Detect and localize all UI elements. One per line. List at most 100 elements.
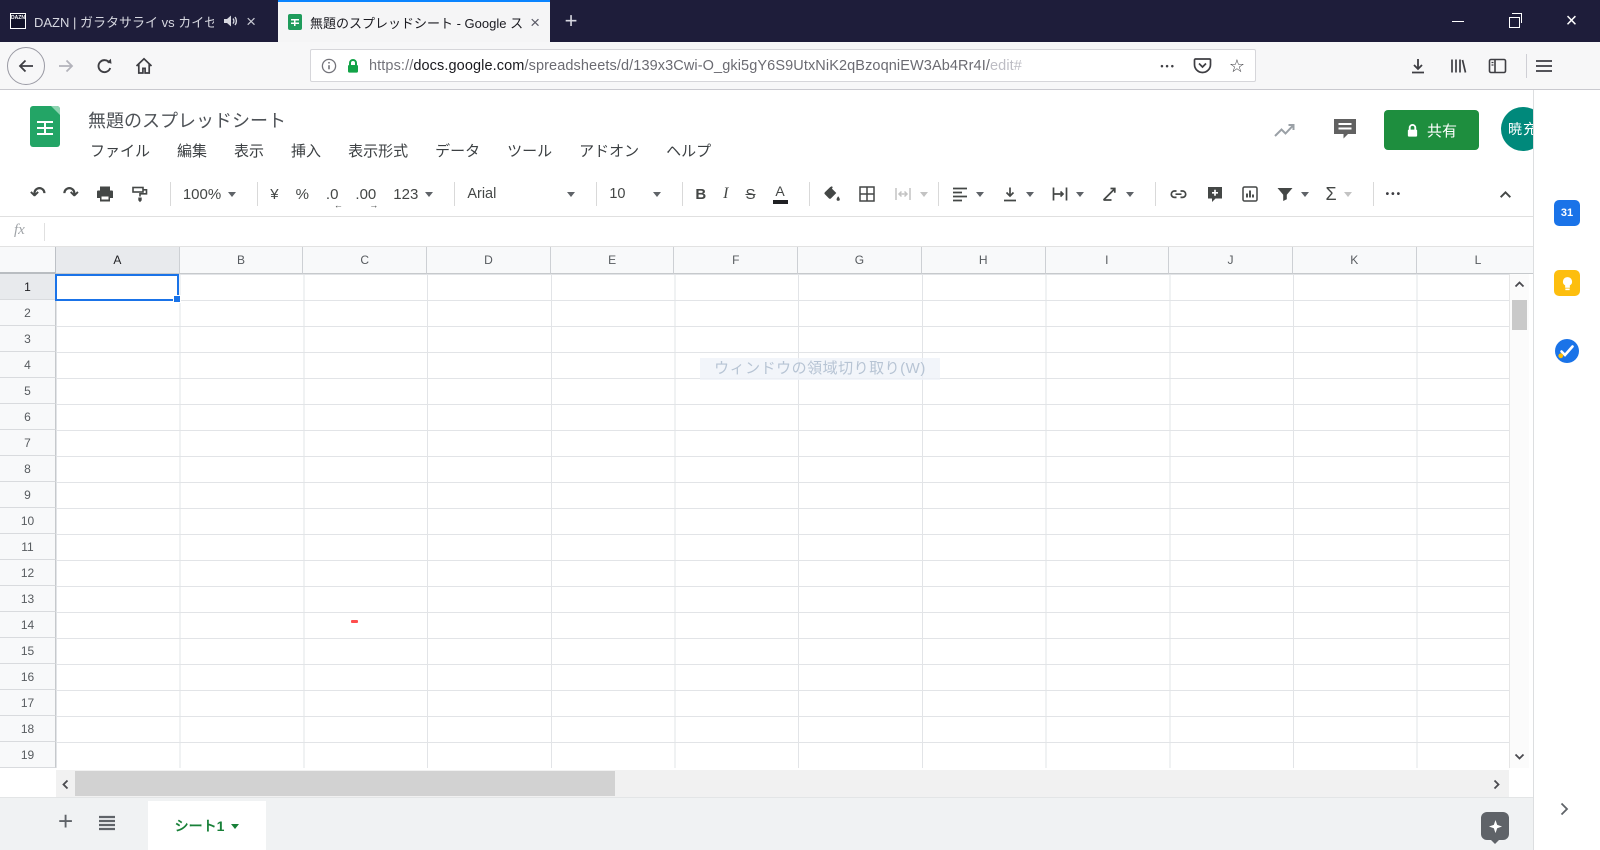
menu-hamburger-icon[interactable] — [1535, 59, 1553, 73]
menu-表示形式[interactable]: 表示形式 — [348, 140, 408, 161]
menu-ファイル[interactable]: ファイル — [90, 140, 150, 161]
increase-decimal-button[interactable]: .00 → — [355, 186, 378, 210]
format-currency-button[interactable]: ¥ — [270, 186, 278, 203]
column-header-L[interactable]: L — [1416, 247, 1533, 274]
row-header-11[interactable]: 11 — [0, 534, 56, 560]
column-header-H[interactable]: H — [921, 247, 1046, 274]
row-header-9[interactable]: 9 — [0, 482, 56, 508]
text-color-button[interactable]: A — [772, 184, 788, 204]
spreadsheet-grid[interactable]: 1 2 3 4 5 6 7 8 9 10 11 12 13 14 15 16 17 18 19 ウィンドウの領域切り… — [0, 274, 1509, 768]
bookmark-star-icon[interactable]: ☆ — [1229, 57, 1245, 75]
functions-button[interactable]: Σ — [1326, 184, 1352, 205]
text-rotation-button[interactable] — [1101, 186, 1134, 202]
row-header-16[interactable]: 16 — [0, 664, 56, 690]
sheets-logo-icon[interactable] — [30, 106, 60, 147]
vertical-scroll-thumb[interactable] — [1512, 300, 1527, 330]
filter-button[interactable] — [1276, 186, 1309, 203]
row-header-8[interactable]: 8 — [0, 456, 56, 482]
text-wrap-button[interactable] — [1051, 186, 1084, 202]
menu-挿入[interactable]: 挿入 — [291, 140, 321, 161]
row-header-18[interactable]: 18 — [0, 716, 56, 742]
browser-tab-dazn[interactable]: DAZN DAZN | ガラタサライ vs カイセリ × — [0, 0, 266, 42]
window-restore-button[interactable] — [1486, 0, 1543, 42]
insert-link-button[interactable] — [1168, 185, 1189, 203]
row-header-10[interactable]: 10 — [0, 508, 56, 534]
more-toolbar-button[interactable]: ••• — [1386, 189, 1403, 200]
close-tab-icon[interactable]: × — [530, 14, 540, 31]
bold-button[interactable]: B — [695, 186, 706, 203]
insert-chart-button[interactable] — [1241, 185, 1259, 203]
window-close-button[interactable]: × — [1543, 0, 1600, 42]
row-header-13[interactable]: 13 — [0, 586, 56, 612]
row-header-15[interactable]: 15 — [0, 638, 56, 664]
strikethrough-button[interactable]: S — [745, 186, 755, 203]
menu-表示[interactable]: 表示 — [234, 140, 264, 161]
vertical-align-button[interactable] — [1001, 186, 1034, 203]
reload-button[interactable] — [95, 57, 114, 76]
format-percent-button[interactable]: % — [296, 186, 309, 203]
row-header-7[interactable]: 7 — [0, 430, 56, 456]
scroll-up-icon[interactable] — [1514, 280, 1525, 289]
insights-trend-icon[interactable] — [1272, 118, 1298, 144]
cells-area[interactable] — [56, 274, 1509, 768]
row-header-5[interactable]: 5 — [0, 378, 56, 404]
row-header-3[interactable]: 3 — [0, 326, 56, 352]
window-minimize-button[interactable] — [1429, 0, 1486, 42]
font-size-select[interactable]: 10 — [609, 186, 662, 202]
sheet-tab-active[interactable]: シート1 — [148, 801, 266, 850]
new-tab-button[interactable]: + — [550, 0, 592, 42]
redo-button[interactable]: ↷ — [63, 185, 79, 204]
row-header-2[interactable]: 2 — [0, 300, 56, 326]
calendar-icon[interactable]: 31 — [1554, 200, 1580, 226]
font-family-select[interactable]: Arial — [467, 186, 576, 202]
menu-ヘルプ[interactable]: ヘルプ — [666, 140, 711, 161]
home-button[interactable] — [134, 56, 154, 76]
horizontal-scrollbar[interactable] — [56, 770, 1509, 797]
scroll-left-icon[interactable] — [61, 779, 70, 790]
column-header-F[interactable]: F — [674, 247, 799, 274]
column-header-D[interactable]: D — [427, 247, 551, 274]
column-header-B[interactable]: B — [179, 247, 304, 274]
share-button[interactable]: 共有 — [1384, 110, 1479, 150]
library-icon[interactable] — [1449, 57, 1467, 75]
print-button[interactable] — [96, 185, 114, 203]
column-header-J[interactable]: J — [1169, 247, 1293, 274]
tab-audio-icon[interactable] — [222, 14, 238, 28]
add-sheet-button[interactable]: + — [58, 806, 73, 837]
document-title[interactable]: 無題のスプレッドシート — [88, 107, 286, 133]
collapse-panel-icon[interactable] — [1559, 802, 1569, 816]
vertical-scrollbar[interactable] — [1509, 274, 1529, 768]
scroll-right-icon[interactable] — [1492, 779, 1501, 790]
downloads-icon[interactable] — [1409, 57, 1427, 75]
comment-history-icon[interactable] — [1332, 117, 1358, 141]
borders-button[interactable] — [858, 185, 876, 203]
row-header-1[interactable]: 1 — [0, 274, 56, 300]
horizontal-align-button[interactable] — [951, 186, 984, 202]
fill-handle[interactable] — [173, 295, 181, 303]
horizontal-scroll-thumb[interactable] — [75, 771, 615, 796]
page-actions-icon[interactable]: ••• — [1160, 61, 1175, 71]
menu-ツール[interactable]: ツール — [507, 140, 552, 161]
zoom-select[interactable]: 100% — [183, 186, 237, 203]
collapse-toolbar-icon[interactable] — [1498, 187, 1513, 202]
column-header-I[interactable]: I — [1045, 247, 1170, 274]
column-header-C[interactable]: C — [303, 247, 428, 274]
pocket-icon[interactable] — [1193, 57, 1212, 74]
all-sheets-button[interactable] — [98, 815, 116, 831]
url-text[interactable]: https://docs.google.com/spreadsheets/d/1… — [369, 58, 1151, 74]
paint-format-button[interactable] — [131, 185, 149, 203]
row-header-6[interactable]: 6 — [0, 404, 56, 430]
url-bar[interactable]: https://docs.google.com/spreadsheets/d/1… — [310, 49, 1256, 82]
row-header-19[interactable]: 19 — [0, 742, 56, 768]
menu-アドオン[interactable]: アドオン — [579, 140, 639, 161]
row-header-4[interactable]: 4 — [0, 352, 56, 378]
close-tab-icon[interactable]: × — [246, 13, 256, 30]
column-header-E[interactable]: E — [550, 247, 675, 274]
undo-button[interactable]: ↶ — [30, 185, 46, 204]
row-header-12[interactable]: 12 — [0, 560, 56, 586]
formula-bar[interactable]: fx — [0, 217, 1533, 247]
explore-button[interactable] — [1481, 812, 1509, 844]
selected-cell-a1[interactable] — [55, 274, 181, 303]
tasks-icon[interactable] — [1554, 338, 1580, 364]
browser-tab-sheets-active[interactable]: 無題のスプレッドシート - Google ス × — [278, 0, 550, 42]
